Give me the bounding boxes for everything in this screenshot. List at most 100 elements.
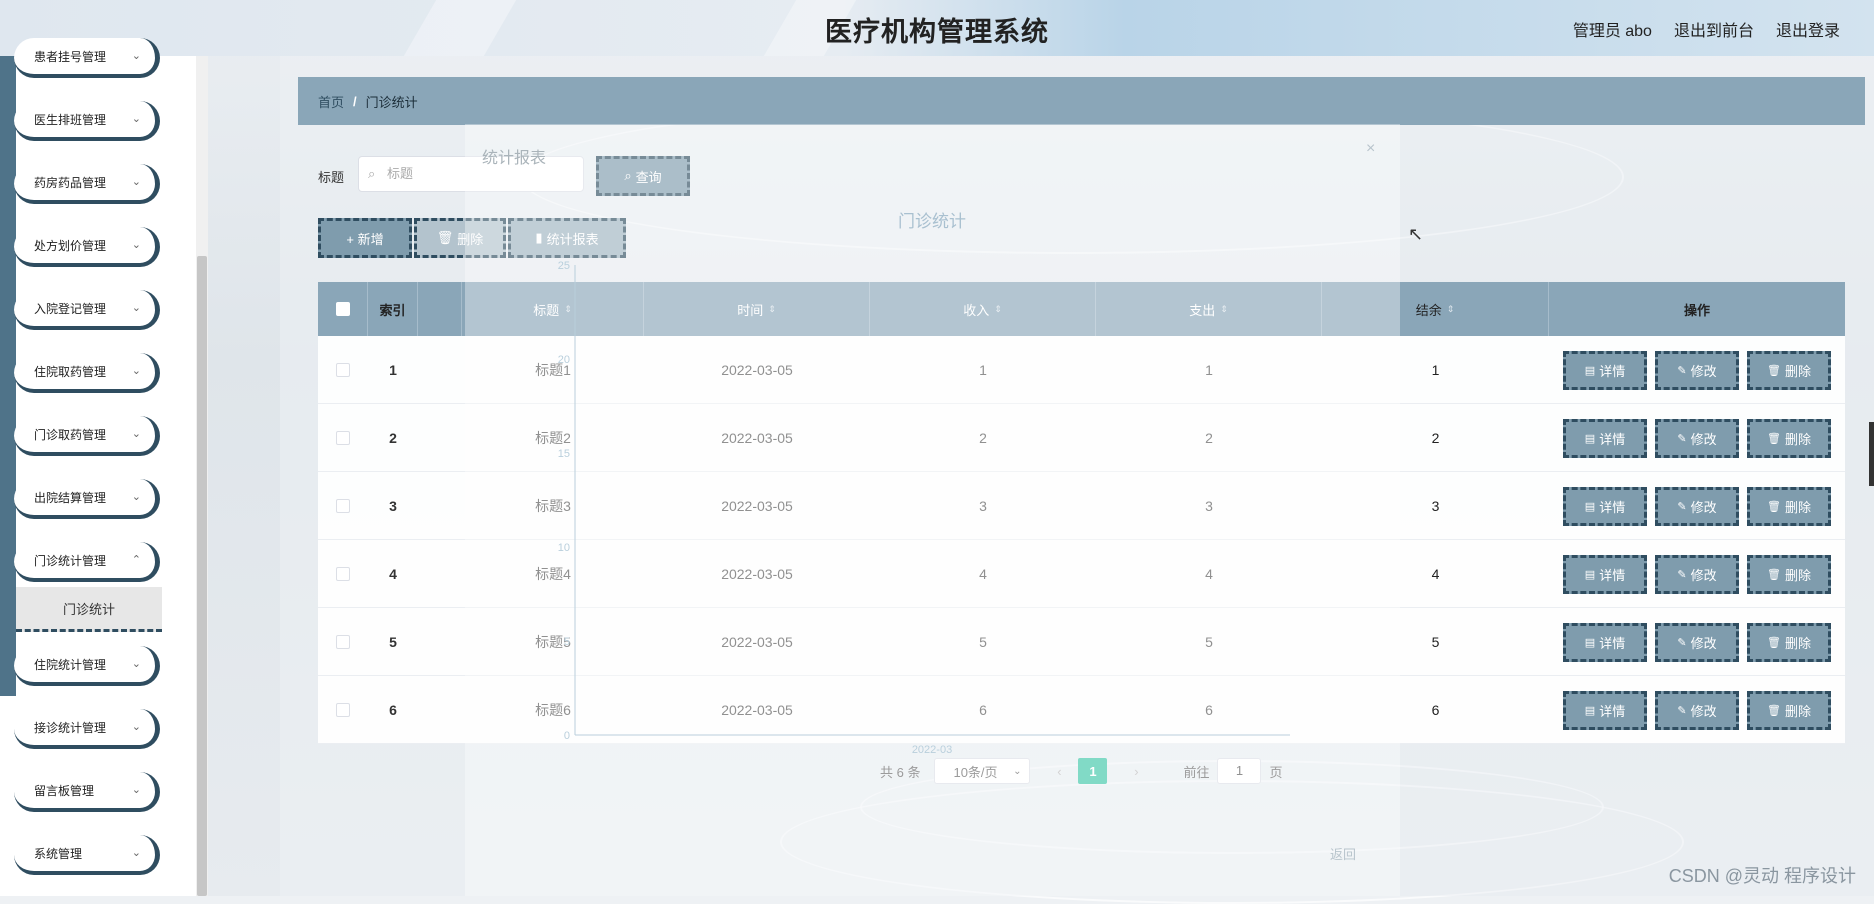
- edit-button[interactable]: ✎ 修改: [1655, 691, 1739, 730]
- cell-index: 5: [389, 634, 397, 650]
- right-edge-handle[interactable]: [1869, 422, 1874, 486]
- sidebar-subitem-outpatient-stats[interactable]: 门诊统计: [16, 587, 162, 632]
- detail-button[interactable]: ▤ 详情: [1563, 555, 1647, 594]
- sidebar-item-inpatient-medicine[interactable]: 住院取药管理 ⌄: [14, 353, 160, 393]
- breadcrumb-home[interactable]: 首页: [318, 92, 344, 111]
- trash-icon: 🗑: [1767, 433, 1781, 445]
- pencil-icon: ✎: [1677, 365, 1687, 377]
- sidebar-item-doctor-schedule[interactable]: 医生排班管理 ⌄: [14, 101, 160, 141]
- cell-balance: 5: [1431, 634, 1440, 650]
- sidebar-item-reception-stats[interactable]: 接诊统计管理 ⌄: [14, 709, 160, 749]
- delete-button[interactable]: 🗑 删除: [1747, 487, 1831, 526]
- add-button[interactable]: + 新增: [318, 218, 412, 258]
- sidebar-item-label: 住院取药管理: [34, 364, 107, 379]
- column-header-balance[interactable]: 结余 ⇕: [1322, 282, 1549, 336]
- logout-link[interactable]: 退出登录: [1776, 17, 1840, 41]
- edit-button[interactable]: ✎ 修改: [1655, 419, 1739, 458]
- detail-button[interactable]: ▤ 详情: [1563, 419, 1647, 458]
- detail-button[interactable]: ▤ 详情: [1563, 351, 1647, 390]
- sidebar-item-pharmacy[interactable]: 药房药品管理 ⌄: [14, 164, 160, 204]
- top-header: 医疗机构管理系统 管理员 abo 退出到前台 退出登录: [0, 0, 1874, 56]
- prev-page-icon[interactable]: ‹: [1044, 764, 1074, 779]
- sidebar-item-patient-register[interactable]: 患者挂号管理 ⌄: [14, 38, 160, 78]
- bar-chart-icon: ▮: [535, 230, 543, 245]
- sidebar-item-message-board[interactable]: 留言板管理 ⌄: [14, 772, 160, 812]
- edit-button[interactable]: ✎ 修改: [1655, 623, 1739, 662]
- chart-axes: 25 20 15 10 5 0 2022-03: [558, 260, 1290, 756]
- sidebar-item-system[interactable]: 系统管理 ⌄: [14, 835, 160, 875]
- sidebar-item-label: 患者挂号管理: [34, 49, 107, 64]
- search-button[interactable]: ⌕ 查询: [596, 156, 690, 196]
- page-size-select[interactable]: 10条/页 ⌄: [934, 758, 1031, 784]
- chart-y-tick: 0: [564, 730, 570, 742]
- pagination: 共 6 条 10条/页 ⌄ ‹ 1 › 前往 1 页: [880, 758, 1283, 784]
- edit-button-label: 修改: [1690, 432, 1717, 447]
- row-checkbox[interactable]: [336, 703, 350, 717]
- chevron-down-icon: ⌄: [131, 658, 141, 670]
- sidebar-item-inpatient-stats[interactable]: 住院统计管理 ⌄: [14, 646, 160, 686]
- goto-page-input[interactable]: 1: [1217, 758, 1262, 784]
- pencil-icon: ✎: [1677, 501, 1687, 513]
- cell-balance: 2: [1431, 430, 1440, 446]
- detail-button[interactable]: ▤ 详情: [1563, 623, 1647, 662]
- sidebar-menu: 患者挂号管理 ⌄ 医生排班管理 ⌄ 药房药品管理 ⌄ 处方划价管理 ⌄ 入院登记管理 ⌄ …: [14, 38, 164, 898]
- select-all-checkbox[interactable]: [335, 302, 350, 316]
- detail-button-label: 详情: [1599, 500, 1626, 515]
- front-link[interactable]: 退出到前台: [1674, 17, 1754, 41]
- dialog-back-button[interactable]: 返回: [1330, 844, 1356, 863]
- delete-button-label: 删除: [1784, 704, 1811, 719]
- search-icon: ⌕: [624, 168, 632, 183]
- header-links: 管理员 abo 退出到前台 退出登录: [1573, 17, 1840, 41]
- trash-icon: 🗑: [1767, 501, 1781, 513]
- edit-button[interactable]: ✎ 修改: [1655, 351, 1739, 390]
- detail-button[interactable]: ▤ 详情: [1563, 691, 1647, 730]
- chevron-down-icon: ⌄: [131, 847, 141, 859]
- document-icon: ▤: [1584, 569, 1596, 581]
- chevron-down-icon: ⌄: [131, 784, 141, 796]
- edit-button-label: 修改: [1690, 704, 1717, 719]
- row-checkbox[interactable]: [336, 499, 350, 513]
- watermark: CSDN @灵动 程序设计: [1668, 866, 1856, 886]
- trash-icon: 🗑: [1767, 637, 1781, 649]
- edit-button[interactable]: ✎ 修改: [1655, 487, 1739, 526]
- edit-button-label: 修改: [1690, 636, 1717, 651]
- batch-delete-button[interactable]: 🗑 删除: [414, 218, 506, 258]
- delete-button[interactable]: 🗑 删除: [1747, 555, 1831, 594]
- cell-index: 3: [389, 498, 397, 514]
- row-checkbox[interactable]: [336, 431, 350, 445]
- chart-y-tick: 25: [558, 260, 570, 272]
- page-suffix: 页: [1269, 764, 1283, 780]
- next-page-icon[interactable]: ›: [1121, 764, 1151, 779]
- sidebar-item-admission[interactable]: 入院登记管理 ⌄: [14, 290, 160, 330]
- delete-button-label: 删除: [457, 231, 484, 247]
- delete-button[interactable]: 🗑 删除: [1747, 351, 1831, 390]
- column-label: 索引: [379, 302, 406, 318]
- row-checkbox[interactable]: [336, 567, 350, 581]
- delete-button-label: 删除: [1784, 568, 1811, 583]
- delete-button[interactable]: 🗑 删除: [1747, 623, 1831, 662]
- sidebar-scrollbar-thumb[interactable]: [197, 256, 207, 896]
- edit-button[interactable]: ✎ 修改: [1655, 555, 1739, 594]
- delete-button[interactable]: 🗑 删除: [1747, 691, 1831, 730]
- delete-button[interactable]: 🗑 删除: [1747, 419, 1831, 458]
- row-checkbox[interactable]: [336, 635, 350, 649]
- sidebar-item-label: 系统管理: [34, 846, 83, 861]
- search-label: 标题: [318, 170, 345, 185]
- page-number-current[interactable]: 1: [1078, 758, 1108, 784]
- detail-button[interactable]: ▤ 详情: [1563, 487, 1647, 526]
- chevron-down-icon: ⌄: [131, 50, 141, 62]
- sidebar-item-outpatient-medicine[interactable]: 门诊取药管理 ⌄: [14, 416, 160, 456]
- cell-balance: 6: [1431, 702, 1440, 718]
- sidebar-item-outpatient-stats[interactable]: 门诊统计管理 ⌃: [14, 542, 160, 582]
- row-checkbox[interactable]: [336, 363, 350, 377]
- row-select-cell: [318, 472, 368, 540]
- search-input[interactable]: ⌕ 标题: [358, 156, 584, 192]
- document-icon: ▤: [1584, 637, 1596, 649]
- cell-index: 4: [389, 566, 397, 582]
- sort-icon: ⇕: [1446, 303, 1455, 314]
- sidebar-item-label: 门诊取药管理: [34, 427, 107, 442]
- pencil-icon: ✎: [1677, 569, 1687, 581]
- close-icon[interactable]: ×: [1366, 140, 1375, 158]
- sidebar-item-discharge-settlement[interactable]: 出院结算管理 ⌄: [14, 479, 160, 519]
- sidebar-item-prescription-pricing[interactable]: 处方划价管理 ⌄: [14, 227, 160, 267]
